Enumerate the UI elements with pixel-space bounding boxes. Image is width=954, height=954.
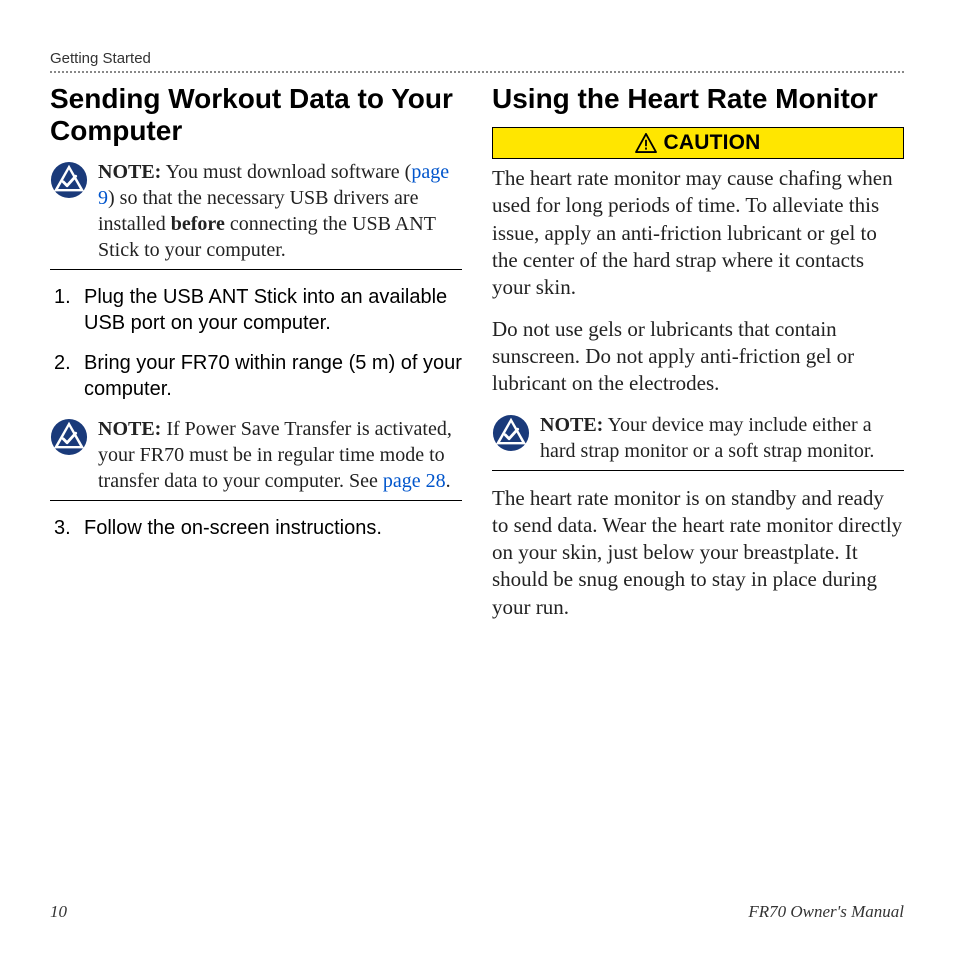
heading-sending-workout: Sending Workout Data to Your Computer: [50, 83, 462, 147]
note-text: NOTE: You must download software (page 9…: [98, 159, 462, 263]
steps-list: Plug the USB ANT Stick into an available…: [50, 284, 462, 541]
step-2: Bring your FR70 within range (5 m) of yo…: [50, 350, 462, 501]
section-label: Getting Started: [50, 50, 904, 67]
step-1: Plug the USB ANT Stick into an available…: [50, 284, 462, 336]
paragraph-standby: The heart rate monitor is on standby and…: [492, 485, 904, 621]
note-icon: [50, 418, 88, 456]
footer: 10 FR70 Owner's Manual: [50, 902, 904, 922]
caution-text: The heart rate monitor may cause chafing…: [492, 165, 904, 301]
step-3: Follow the on-screen instructions.: [50, 515, 462, 541]
note-text: NOTE: Your device may include either a h…: [540, 412, 904, 464]
caution-label: CAUTION: [663, 131, 760, 155]
note-download-software: NOTE: You must download software (page 9…: [50, 159, 462, 270]
link-page-28[interactable]: page 28: [383, 470, 446, 492]
note-icon: [50, 161, 88, 199]
note-strap-type: NOTE: Your device may include either a h…: [492, 412, 904, 471]
left-column: Sending Workout Data to Your Computer NO…: [50, 83, 462, 635]
heading-heart-rate-monitor: Using the Heart Rate Monitor: [492, 83, 904, 115]
note-power-save: NOTE: If Power Save Transfer is activate…: [50, 416, 462, 501]
note-text: NOTE: If Power Save Transfer is activate…: [98, 416, 462, 494]
note-icon: [492, 414, 530, 452]
divider: [50, 71, 904, 73]
content-columns: Sending Workout Data to Your Computer NO…: [50, 83, 904, 635]
page-number: 10: [50, 902, 67, 922]
warning-icon: [635, 133, 657, 153]
manual-title: FR70 Owner's Manual: [748, 902, 904, 922]
paragraph-lubricants: Do not use gels or lubricants that conta…: [492, 316, 904, 398]
right-column: Using the Heart Rate Monitor CAUTION The…: [492, 83, 904, 635]
caution-box: CAUTION: [492, 127, 904, 159]
